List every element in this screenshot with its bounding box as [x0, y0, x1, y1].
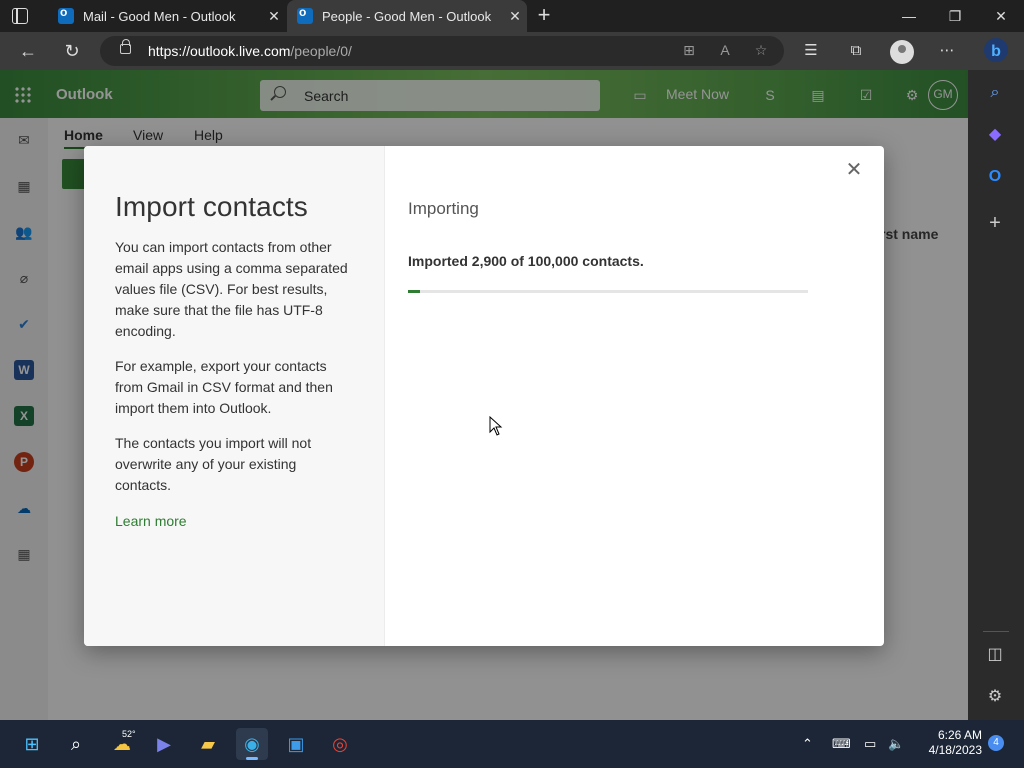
minimize-button[interactable]: —: [886, 0, 932, 32]
browser-tab-strip: Mail - Good Men - Outlook ✕ People - Goo…: [0, 0, 1024, 32]
keyboard-icon[interactable]: ⌨: [832, 736, 851, 752]
teams-chat-icon[interactable]: ▶: [148, 728, 180, 760]
chrome-icon[interactable]: ◎: [324, 728, 356, 760]
refresh-button[interactable]: ↻: [59, 38, 85, 64]
close-window-button[interactable]: ✕: [978, 0, 1024, 32]
settings-icon[interactable]: ⚙: [984, 686, 1006, 708]
weather-temperature: 52°: [122, 729, 136, 739]
read-aloud-icon[interactable]: A: [716, 42, 734, 60]
close-tab-icon[interactable]: ✕: [262, 8, 286, 25]
add-favorite-icon[interactable]: ☆: [752, 42, 770, 60]
import-progress-bar: [408, 290, 808, 293]
edge-icon[interactable]: ◉: [236, 728, 268, 760]
tab-mail[interactable]: Mail - Good Men - Outlook ✕: [48, 0, 286, 32]
hide-sidebar-icon[interactable]: ◫: [984, 644, 1006, 666]
favorites-icon[interactable]: ☰: [800, 40, 822, 62]
import-progress-fill: [408, 290, 420, 293]
outlook-icon[interactable]: O: [984, 166, 1006, 188]
profile-avatar[interactable]: [890, 40, 914, 64]
import-contacts-dialog: Import contacts You can import contacts …: [84, 146, 884, 646]
tab-title: People - Good Men - Outlook: [322, 8, 492, 24]
browser-toolbar: ← ↻ https://outlook.live.com/people/0/ ⊞…: [0, 32, 1024, 70]
store-icon[interactable]: ▣: [280, 728, 312, 760]
tab-actions-icon[interactable]: [12, 7, 28, 24]
outlook-app: Outlook Search ▭ Meet Now S ▤ ☑ ⚙ GM ✉ ▦…: [0, 70, 968, 720]
sidebar-divider: [983, 631, 1009, 632]
svg-text:b: b: [991, 43, 1001, 60]
add-icon[interactable]: +: [984, 212, 1006, 234]
app-available-icon[interactable]: ⊞: [680, 42, 698, 60]
tab-title: Mail - Good Men - Outlook: [83, 8, 236, 24]
outlook-favicon-icon: [297, 5, 313, 24]
clock-date: 4/18/2023: [928, 743, 982, 757]
search-icon[interactable]: ⌕: [984, 82, 1006, 104]
restore-button[interactable]: ❐: [932, 0, 978, 32]
import-status-title: Importing: [408, 199, 479, 218]
clock-time: 6:26 AM: [937, 728, 982, 742]
search-icon[interactable]: ⌕: [60, 728, 92, 760]
collections-icon[interactable]: ⧉: [845, 40, 867, 62]
show-hidden-icons-icon[interactable]: ⌃: [802, 736, 813, 752]
dialog-info-pane: Import contacts You can import contacts …: [84, 146, 385, 646]
url-text[interactable]: https://outlook.live.com/people/0/: [148, 43, 352, 59]
back-button[interactable]: ←: [15, 38, 41, 64]
import-status-message: Imported 2,900 of 100,000 contacts.: [408, 253, 644, 269]
volume-icon[interactable]: 🔈: [888, 736, 904, 752]
new-tab-button[interactable]: +: [532, 4, 556, 28]
close-tab-icon[interactable]: ✕: [503, 8, 527, 25]
mouse-cursor-icon: [489, 416, 503, 436]
dialog-title: Import contacts: [115, 191, 308, 222]
tab-people[interactable]: People - Good Men - Outlook ✕: [287, 0, 527, 32]
outlook-favicon-icon: [58, 5, 74, 24]
description-paragraph: You can import contacts from other email…: [115, 239, 348, 339]
more-options-icon[interactable]: ⋯: [936, 40, 958, 62]
network-icon[interactable]: ▭: [864, 736, 876, 752]
example-paragraph: For example, export your contacts from G…: [115, 358, 333, 416]
file-explorer-icon[interactable]: ▰: [192, 728, 224, 760]
overwrite-paragraph: The contacts you import will not overwri…: [115, 435, 312, 493]
bing-icon[interactable]: b: [983, 34, 1009, 66]
learn-more-link[interactable]: Learn more: [115, 513, 187, 529]
close-icon[interactable]: ✕: [844, 160, 864, 180]
start-icon[interactable]: ⊞: [16, 728, 48, 760]
copilot-icon[interactable]: ◆: [984, 124, 1006, 146]
lock-icon[interactable]: [120, 39, 131, 54]
notification-badge[interactable]: 4: [988, 735, 1004, 751]
address-bar[interactable]: https://outlook.live.com/people/0/ ⊞ A ☆: [100, 36, 784, 66]
taskbar-clock[interactable]: 6:26 AM 4/18/2023: [914, 728, 982, 758]
